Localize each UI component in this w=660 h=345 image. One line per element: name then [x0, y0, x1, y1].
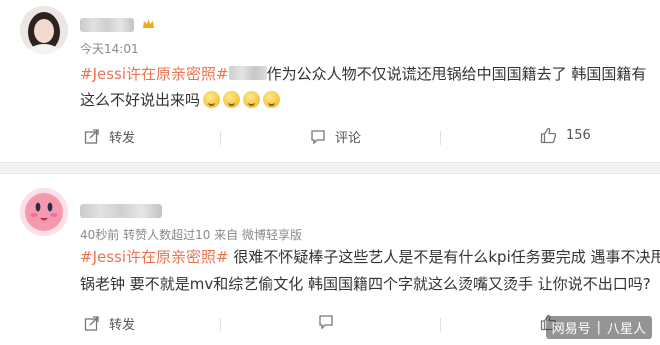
- user-avatar[interactable]: [20, 6, 68, 54]
- repost-icon: [84, 128, 99, 144]
- comment-button[interactable]: [318, 314, 334, 330]
- repost-button[interactable]: 转发: [84, 314, 135, 333]
- vip-crown-icon: [143, 19, 154, 28]
- comment-label: 评论: [335, 131, 362, 146]
- comment-meta: 40秒前 转赞人数超过10 来自 微博轻享版: [80, 228, 302, 242]
- comment-item: 今天14:01 #Jessi许在原亲密照# 作为公众人物不仅说谎还甩锅给中国国籍去…: [0, 0, 660, 160]
- like-button[interactable]: 156: [540, 127, 591, 144]
- separator: [0, 163, 660, 173]
- watermark: 网易号 | 八星人: [545, 316, 652, 339]
- thinking-emoji-icon: [263, 91, 281, 108]
- user-avatar[interactable]: [20, 188, 68, 236]
- comment-icon: [311, 129, 325, 145]
- comment-text-line-2: 这么不好说出来吗: [80, 90, 281, 110]
- comment-time: 今天14:01: [80, 42, 139, 56]
- watermark-divider: |: [596, 320, 601, 335]
- sweat-emoji-icon: [203, 91, 221, 108]
- watermark-source: 网易号: [551, 322, 591, 337]
- repost-label: 转发: [109, 131, 136, 146]
- repost-button[interactable]: 转发: [84, 127, 135, 146]
- thinking-emoji-icon: [223, 91, 241, 108]
- comment-text: 锅老钟 要不就是mv和综艺偷文化 韩国国籍四个字就这么烫嘴又烫手 让你说不出口吗…: [80, 275, 651, 293]
- divider: [220, 318, 221, 332]
- divider: [440, 131, 441, 145]
- topic-tag[interactable]: #Jessi许在原亲密照#: [80, 248, 229, 266]
- topic-tag[interactable]: #Jessi许在原亲密照#: [80, 65, 229, 83]
- username-blurred[interactable]: [80, 204, 162, 218]
- comment-text-line-2: 锅老钟 要不就是mv和综艺偷文化 韩国国籍四个字就这么烫嘴又烫手 让你说不出口吗…: [80, 274, 651, 294]
- comment-text: 很难不怀疑棒子这些艺人是不是有什么kpi任务要完成 遇事不决甩: [228, 248, 660, 266]
- divider: [220, 131, 221, 145]
- mention-blurred: [228, 66, 267, 80]
- like-count: 156: [566, 128, 591, 143]
- thinking-emoji-icon: [243, 91, 261, 108]
- comment-actions: 转发 评论 156: [0, 127, 660, 149]
- comment-text-line-1: #Jessi许在原亲密照# 很难不怀疑棒子这些艺人是不是有什么kpi任务要完成 …: [80, 247, 660, 267]
- username-blurred[interactable]: [80, 18, 134, 32]
- comment-button[interactable]: 评论: [310, 127, 361, 146]
- divider: [440, 318, 441, 332]
- comment-list: 今天14:01 #Jessi许在原亲密照# 作为公众人物不仅说谎还甩锅给中国国籍去…: [0, 0, 660, 345]
- comment-icon: [319, 315, 333, 330]
- comment-text: 这么不好说出来吗: [80, 91, 201, 109]
- repost-icon: [84, 315, 99, 331]
- comment-text-line-1: #Jessi许在原亲密照# 作为公众人物不仅说谎还甩锅给中国国籍去了 韩国国籍有: [80, 64, 646, 84]
- comment-text: 作为公众人物不仅说谎还甩锅给中国国籍去了 韩国国籍有: [266, 65, 647, 83]
- watermark-author: 八星人: [606, 322, 646, 337]
- thumbs-up-icon: [540, 127, 557, 144]
- repost-label: 转发: [109, 318, 136, 333]
